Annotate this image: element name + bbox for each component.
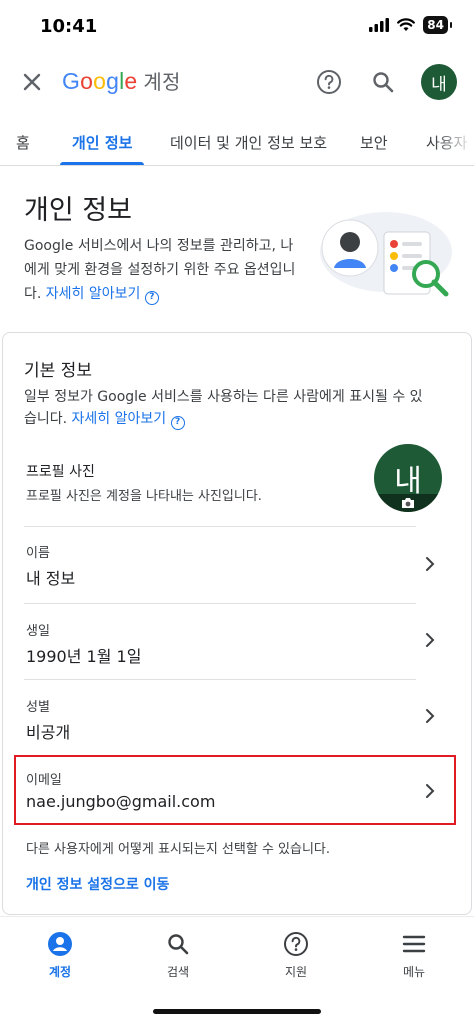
page-title: 개인 정보 [24, 195, 132, 226]
row-label: 성별 [26, 700, 50, 715]
row-value: 비공개 [26, 723, 71, 742]
row-label: 이름 [26, 546, 50, 561]
profile-photo-avatar[interactable]: 내 [374, 444, 442, 512]
help-icon [284, 932, 308, 956]
status-time: 10:41 [40, 16, 98, 37]
row-value: 1990년 1월 1일 [26, 647, 142, 666]
google-account-logo: Google 계정 [62, 68, 181, 94]
profile-photo-label[interactable]: 프로필 사진 [26, 461, 95, 481]
personal-info-illustration-icon [320, 212, 452, 297]
close-icon[interactable] [18, 68, 46, 96]
visibility-note: 다른 사용자에게 어떻게 표시되는지 선택할 수 있습니다. [26, 842, 331, 857]
tab-data-privacy[interactable]: 데이터 및 개인 정보 보호 [170, 132, 327, 153]
avatar[interactable]: 내 [421, 64, 457, 100]
tab-personal-info[interactable]: 개인 정보 [72, 132, 132, 153]
birthday-row[interactable]: 생일 1990년 1월 1일 [14, 608, 456, 678]
help-icon[interactable] [316, 69, 342, 95]
search-icon[interactable] [370, 69, 396, 95]
tab-security[interactable]: 보안 [360, 132, 388, 153]
row-value: 내 정보 [26, 569, 76, 588]
app-bar: Google 계정 내 [0, 52, 474, 112]
chevron-right-icon [426, 557, 435, 571]
battery-indicator: 84 [423, 16, 452, 34]
tab-home[interactable]: 홈 [16, 132, 30, 153]
profile-photo-description: 프로필 사진은 계정을 나타내는 사진입니다. [26, 489, 262, 504]
basic-info-title: 기본 정보 [24, 361, 92, 381]
wifi-icon [397, 18, 416, 31]
status-bar: 10:41 84 [0, 0, 474, 52]
page-intro: Google 서비스에서 나의 정보를 관리하고, 나에게 맞게 환경을 설정하… [24, 234, 304, 306]
account-icon [48, 932, 72, 956]
bottom-navigation: 계정 검색 지원 메뉴 [0, 916, 474, 1024]
search-icon [168, 934, 189, 955]
camera-icon [402, 498, 414, 508]
learn-more-link[interactable]: 자세히 알아보기 ? [46, 286, 159, 305]
chevron-right-icon [426, 709, 435, 723]
home-indicator [153, 1009, 321, 1014]
info-icon: ? [170, 416, 185, 430]
email-highlight-box [14, 755, 456, 825]
basic-info-description: 일부 정보가 Google 서비스를 사용하는 다른 사람에게 표시될 수 있습… [24, 386, 424, 430]
info-icon: ? [144, 291, 159, 305]
nav-menu[interactable]: 메뉴 [374, 931, 454, 980]
basic-info-learn-more-link[interactable]: 자세히 알아보기 ? [72, 411, 185, 430]
nav-account[interactable]: 계정 [20, 931, 100, 980]
personal-info-settings-link[interactable]: 개인 정보 설정으로 이동 [26, 874, 169, 894]
row-label: 생일 [26, 624, 50, 639]
tab-bar: 홈 개인 정보 데이터 및 개인 정보 보호 보안 사용자 [0, 120, 474, 166]
active-tab-indicator [60, 162, 144, 165]
chevron-right-icon [426, 633, 435, 647]
gender-row[interactable]: 성별 비공개 [14, 684, 456, 754]
nav-support[interactable]: 지원 [256, 931, 336, 980]
name-row[interactable]: 이름 내 정보 [14, 532, 456, 602]
signal-icon [369, 18, 390, 32]
nav-search[interactable]: 검색 [138, 931, 218, 980]
menu-icon [402, 935, 426, 953]
